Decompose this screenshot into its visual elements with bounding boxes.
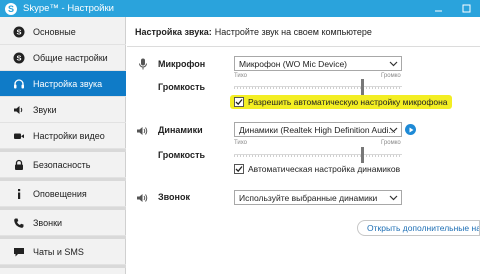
- page-header: Настройка звука: Настройте звук на своем…: [127, 17, 480, 47]
- svg-text:S: S: [16, 27, 21, 36]
- skype-icon: S: [12, 25, 26, 39]
- sidebar-divider: [0, 265, 126, 268]
- highlight-mark: Разрешить автоматическую настройку микро…: [230, 95, 452, 109]
- sidebar-item-calls[interactable]: Звонки: [0, 210, 126, 236]
- headset-icon: [12, 77, 26, 91]
- camera-icon: [12, 129, 26, 143]
- ringer-icon: [136, 192, 148, 204]
- window-controls: [424, 0, 480, 17]
- mic-volume-slider-track[interactable]: [234, 86, 402, 89]
- sidebar-item-label: Настройки видео: [33, 130, 105, 141]
- play-test-sound-button[interactable]: [405, 124, 416, 135]
- sidebar-item-label: Основные: [33, 26, 76, 37]
- lock-icon: [12, 158, 26, 172]
- speakers-label: Динамики: [158, 125, 203, 135]
- maximize-button[interactable]: [452, 0, 480, 17]
- speaker-icon: [136, 125, 148, 137]
- sidebar-item-general-settings[interactable]: S Общие настройки: [0, 45, 126, 71]
- window-title: Skype™ - Настройки: [23, 3, 114, 14]
- info-icon: [12, 187, 26, 201]
- chevron-down-icon: [389, 127, 398, 133]
- sidebar-item-video-settings[interactable]: Настройки видео: [0, 123, 126, 149]
- sidebar-item-label: Звонки: [33, 217, 63, 228]
- chat-icon: [12, 245, 26, 259]
- microphone-icon: [137, 58, 149, 70]
- spk-scale-max: Громко: [381, 140, 401, 146]
- open-advanced-settings-button[interactable]: Открыть дополнительные настро: [357, 220, 480, 236]
- speakers-device-value: Динамики (Realtek High Definition Audi..…: [239, 124, 396, 135]
- ringer-device-value: Используйте выбранные динамики: [239, 192, 378, 203]
- sidebar-item-label: Оповещения: [33, 188, 87, 199]
- spk-auto-adjust-checkbox[interactable]: [234, 164, 244, 174]
- microphone-device-value: Микрофон (WO Mic Device): [239, 58, 347, 69]
- phone-icon: [12, 216, 26, 230]
- microphone-label: Микрофон: [158, 59, 206, 69]
- sidebar-item-general[interactable]: S Основные: [0, 19, 126, 45]
- ringer-device-select[interactable]: Используйте выбранные динамики: [234, 190, 402, 205]
- checkmark-icon: [235, 166, 243, 173]
- sidebar-item-sounds[interactable]: Звуки: [0, 97, 126, 123]
- spk-scale-min: Тихо: [234, 140, 248, 146]
- ringer-label: Звонок: [158, 192, 190, 202]
- speaker-icon: [12, 103, 26, 117]
- checkmark-icon: [235, 99, 243, 106]
- spk-volume-label: Громкость: [158, 150, 206, 160]
- spk-auto-adjust-label: Автоматическая настройка динамиков: [248, 164, 401, 174]
- spk-volume-slider-thumb[interactable]: [361, 147, 364, 163]
- skype-icon: S: [12, 51, 26, 65]
- mic-scale-max: Громко: [381, 73, 401, 79]
- chevron-down-icon: [389, 195, 398, 201]
- spk-auto-adjust-checkbox-row[interactable]: Автоматическая настройка динамиков: [234, 164, 400, 174]
- settings-sidebar: S Основные S Общие настройки Настройка з…: [0, 17, 126, 274]
- sidebar-item-label: Безопасность: [33, 159, 91, 170]
- sidebar-item-label: Настройка звука: [33, 78, 103, 89]
- page-title: Настройка звука:: [135, 26, 212, 37]
- chevron-down-icon: [389, 61, 398, 67]
- sidebar-item-chats-sms[interactable]: Чаты и SMS: [0, 239, 126, 265]
- title-bar: S Skype™ - Настройки: [0, 0, 480, 17]
- page-subtitle: Настройте звук на своем компьютере: [214, 26, 372, 37]
- sidebar-item-audio-settings[interactable]: Настройка звука: [0, 71, 126, 97]
- sidebar-item-security[interactable]: Безопасность: [0, 152, 126, 178]
- sidebar-item-notifications[interactable]: Оповещения: [0, 181, 126, 207]
- sidebar-item-label: Звуки: [33, 104, 57, 115]
- mic-scale-min: Тихо: [234, 73, 248, 79]
- mic-volume-slider-thumb[interactable]: [361, 79, 364, 95]
- sidebar-item-label: Чаты и SMS: [33, 246, 84, 257]
- play-icon: [409, 127, 413, 132]
- speakers-device-select[interactable]: Динамики (Realtek High Definition Audi..…: [234, 122, 402, 137]
- audio-settings-panel: Настройка звука: Настройте звук на своем…: [127, 17, 480, 274]
- microphone-device-select[interactable]: Микрофон (WO Mic Device): [234, 56, 402, 71]
- mic-auto-adjust-checkbox-row[interactable]: Разрешить автоматическую настройку микро…: [230, 95, 452, 109]
- sidebar-item-label: Общие настройки: [33, 52, 108, 63]
- skype-logo-icon: S: [5, 2, 17, 15]
- minimize-button[interactable]: [424, 0, 452, 17]
- maximize-icon: [462, 4, 470, 13]
- spk-volume-slider-track[interactable]: [234, 154, 402, 157]
- minimize-icon: [434, 10, 442, 12]
- mic-auto-adjust-checkbox[interactable]: [234, 97, 244, 107]
- svg-text:S: S: [16, 53, 21, 62]
- mic-volume-label: Громкость: [158, 82, 206, 92]
- mic-auto-adjust-label: Разрешить автоматическую настройку микро…: [248, 97, 448, 107]
